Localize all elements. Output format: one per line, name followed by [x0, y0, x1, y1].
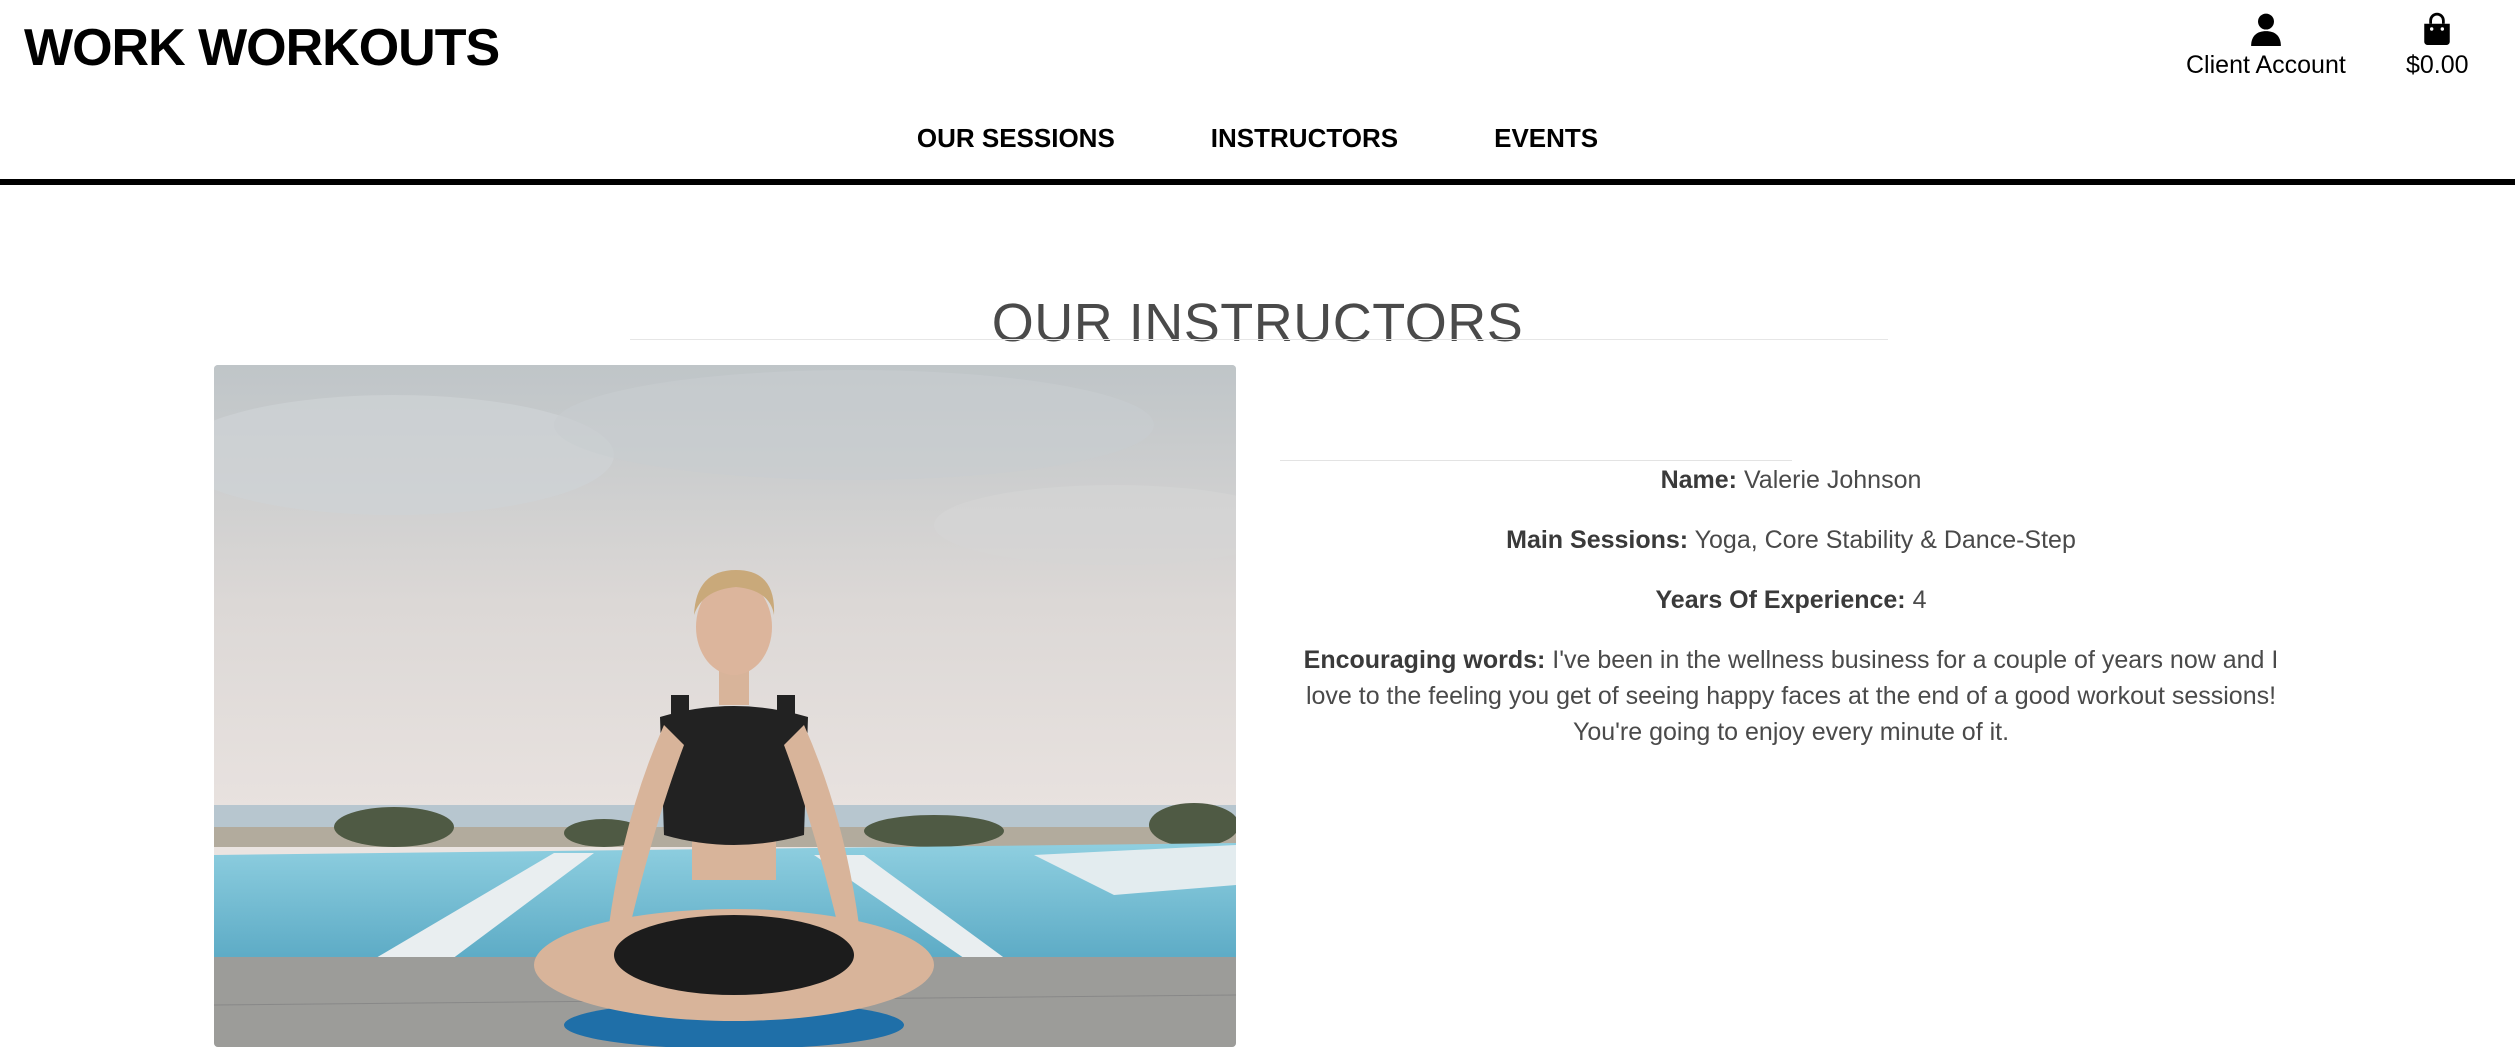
- client-account-label: Client Account: [2186, 51, 2346, 79]
- nav-our-sessions[interactable]: OUR SESSIONS: [917, 118, 1115, 158]
- yoga-instructor-photo: [214, 365, 1236, 1047]
- name-label: Name:: [1660, 466, 1738, 494]
- instructor-quote-row: Encouraging words: I've been in the well…: [1283, 642, 2299, 750]
- instructor-sessions: Yoga, Core Stability & Dance-Step: [1694, 526, 2076, 554]
- instructor-experience: 4: [1912, 586, 1927, 614]
- page-title: OUR INSTRUCTORS: [991, 293, 1524, 354]
- main-nav: OUR SESSIONS INSTRUCTORS EVENTS: [0, 118, 2515, 158]
- page: WORK WORKOUTS Client Account $0.00 OUR S…: [0, 0, 2515, 1047]
- sessions-label: Main Sessions:: [1506, 526, 1689, 554]
- client-account-link[interactable]: Client Account: [2186, 12, 2346, 80]
- bag-total: $0.00: [2406, 51, 2469, 79]
- instructor-photo: [214, 365, 1236, 1047]
- title-divider: [630, 339, 1888, 340]
- instructor-details: Name: Valerie Johnson Main Sessions: Yog…: [1283, 462, 2299, 774]
- user-icon: [2251, 13, 2281, 46]
- nav-divider: [0, 179, 2515, 185]
- quote-label: Encouraging words:: [1303, 646, 1546, 674]
- instructor-name-row: Name: Valerie Johnson: [1283, 462, 2299, 498]
- shopping-bag-link[interactable]: $0.00: [2406, 12, 2469, 80]
- instructor-experience-row: Years Of Experience: 4: [1283, 582, 2299, 618]
- instructor-sessions-row: Main Sessions: Yoga, Core Stability & Da…: [1283, 522, 2299, 558]
- nav-instructors[interactable]: INSTRUCTORS: [1211, 118, 1398, 158]
- instructor-name: Valerie Johnson: [1743, 466, 1922, 494]
- site-logo[interactable]: WORK WORKOUTS: [24, 16, 500, 80]
- experience-label: Years Of Experience:: [1655, 586, 1906, 614]
- info-divider: [1280, 460, 1792, 461]
- nav-events[interactable]: EVENTS: [1494, 118, 1598, 158]
- shopping-bag-icon: [2424, 12, 2451, 45]
